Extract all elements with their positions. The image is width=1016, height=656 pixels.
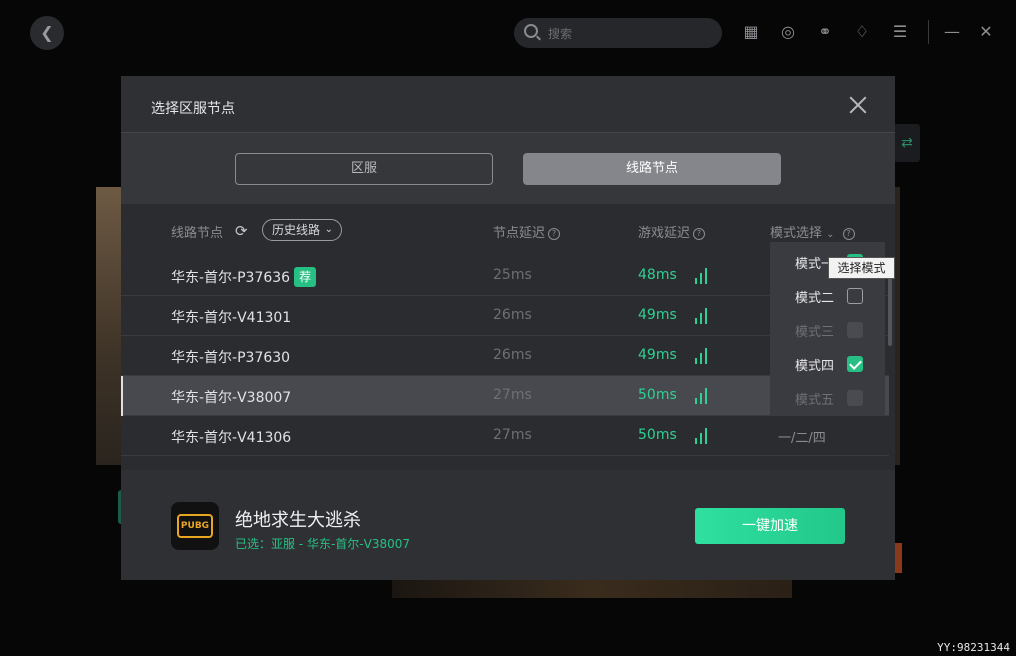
signal-bars-icon <box>695 388 709 404</box>
node-name: 华东-首尔-P37636 荐 <box>171 267 317 287</box>
gift-icon[interactable]: ▦ <box>741 22 761 42</box>
tab-bar: 区服 线路节点 <box>121 133 895 204</box>
game-latency: 48ms <box>638 267 677 283</box>
node-name-text: 华东-首尔-P37636 <box>171 270 291 286</box>
dialog-footer: PUBG 绝地求生大逃杀 已选：亚服 - 华东-首尔-V38007 一键加速 <box>121 470 895 580</box>
node-latency-label: 节点延迟 <box>493 226 546 241</box>
recommended-badge: 荐 <box>294 267 317 287</box>
tab-region[interactable]: 区服 <box>235 153 493 185</box>
checkbox-mode-3 <box>847 322 863 338</box>
mode-value: 一/二/四 <box>778 431 826 446</box>
signal-bars-icon <box>695 348 709 364</box>
mode-option-3: 模式三 <box>795 325 835 340</box>
search-icon <box>524 24 538 38</box>
background-switch-icon: ⇄ <box>894 124 920 162</box>
node-latency: 26ms <box>493 347 532 363</box>
region-node-dialog: 选择区服节点 区服 线路节点 线路节点 ⟳ 历史线路 ⌄ 节点延迟? 游戏延迟?… <box>121 76 895 580</box>
minimize-icon[interactable]: — <box>942 22 962 42</box>
history-route-dropdown[interactable]: 历史线路 ⌄ <box>262 219 342 241</box>
menu-icon[interactable]: ☰ <box>890 22 910 42</box>
mode-option-4[interactable]: 模式四 <box>795 355 834 374</box>
help-icon[interactable]: ? <box>548 228 561 240</box>
headset-icon[interactable]: ⚭ <box>815 22 835 42</box>
checkbox-mode-2[interactable] <box>847 288 863 304</box>
node-latency: 27ms <box>493 427 532 443</box>
background-badge <box>894 543 902 573</box>
column-header-node-latency: 节点延迟? <box>493 222 561 241</box>
node-name: 华东-首尔-P37630 <box>171 350 291 366</box>
watermark: YY:98231344 <box>937 641 1010 654</box>
game-latency: 50ms <box>638 427 677 443</box>
toolbar-divider <box>928 20 929 44</box>
help-icon[interactable]: ? <box>842 228 855 240</box>
column-header-mode[interactable]: 模式选择 ⌄? <box>770 222 855 241</box>
background-strip <box>392 580 792 598</box>
game-logo: PUBG <box>171 502 219 550</box>
mode-label: 模式选择 <box>770 226 823 241</box>
game-name: 绝地求生大逃杀 <box>235 510 361 531</box>
help-icon[interactable]: ? <box>693 228 706 240</box>
signal-bars-icon <box>695 428 709 444</box>
close-icon[interactable] <box>847 94 869 116</box>
node-name: 华东-首尔-V41306 <box>171 430 292 446</box>
signal-bars-icon <box>695 308 709 324</box>
dialog-title: 选择区服节点 <box>151 101 235 117</box>
back-icon[interactable]: ❮ <box>30 16 64 50</box>
node-latency: 25ms <box>493 267 532 283</box>
history-route-label: 历史线路 <box>272 223 321 237</box>
accelerate-button[interactable]: 一键加速 <box>695 508 845 544</box>
checkbox-mode-4[interactable] <box>847 356 863 372</box>
search-placeholder: 搜索 <box>548 27 573 41</box>
game-logo-text: PUBG <box>177 514 213 538</box>
search-input[interactable]: 搜索 <box>514 18 722 48</box>
checkbox-mode-5 <box>847 390 863 406</box>
target-icon[interactable]: ◎ <box>778 22 798 42</box>
game-latency-label: 游戏延迟 <box>638 226 691 241</box>
signal-bars-icon <box>695 268 709 284</box>
refresh-icon[interactable]: ⟳ <box>235 223 251 239</box>
chevron-down-icon: ⌄ <box>826 229 835 240</box>
selected-node-text: 已选：亚服 - 华东-首尔-V38007 <box>235 537 411 551</box>
game-latency: 50ms <box>638 387 677 403</box>
node-latency: 27ms <box>493 387 532 403</box>
mode-option-2[interactable]: 模式二 <box>795 287 834 306</box>
table-row[interactable]: 华东-首尔-V41306 27ms 50ms 一/二/四 <box>121 416 889 456</box>
chevron-down-icon: ⌄ <box>324 224 333 235</box>
tooltip: 选择模式 <box>828 257 895 279</box>
column-header-game-latency: 游戏延迟? <box>638 222 706 241</box>
close-window-icon[interactable]: ✕ <box>976 22 996 42</box>
node-latency: 26ms <box>493 307 532 323</box>
game-latency: 49ms <box>638 307 677 323</box>
bell-icon[interactable]: ♢ <box>852 22 872 42</box>
node-name: 华东-首尔-V38007 <box>171 390 292 406</box>
game-latency: 49ms <box>638 347 677 363</box>
tab-route-node[interactable]: 线路节点 <box>523 153 781 185</box>
app-window: ❮ 搜索 ▦ ◎ ⚭ ♢ ☰ — ✕ ⇄ 选择区服节点 区服 线路节点 线路节点… <box>0 0 1016 656</box>
column-header-node: 线路节点 <box>171 226 224 241</box>
node-name: 华东-首尔-V41301 <box>171 310 292 326</box>
mode-option-5: 模式五 <box>795 393 835 408</box>
